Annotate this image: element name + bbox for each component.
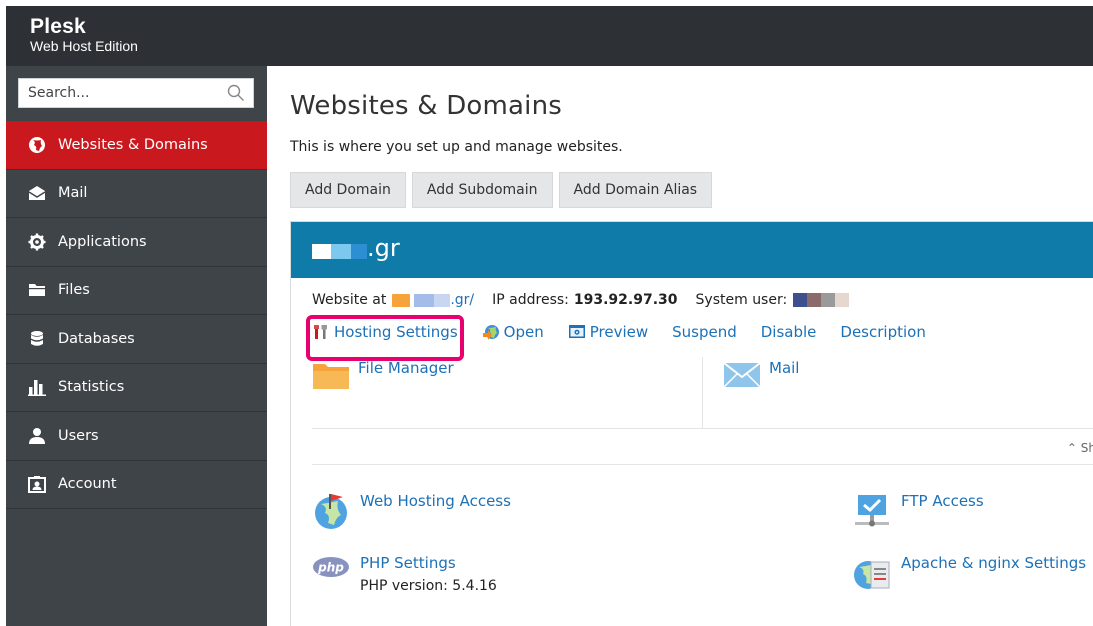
tools-panel: File Manager Mail — [312, 357, 1093, 429]
tools-icon — [314, 325, 327, 339]
partial-gear-icon — [315, 620, 349, 626]
open-label: Open — [503, 323, 544, 341]
add-domain-button[interactable]: Add Domain — [290, 172, 406, 208]
sidebar-item-label: Databases — [58, 330, 135, 347]
sidebar-nav: Websites & Domains Mail Applications Fil… — [6, 121, 267, 509]
add-domain-alias-button[interactable]: Add Domain Alias — [558, 172, 713, 208]
sidebar-item-label: Mail — [58, 185, 88, 202]
sidebar-item-users[interactable]: Users — [6, 412, 267, 461]
page-title: Websites & Domains — [290, 91, 563, 121]
sidebar-item-label: Files — [58, 282, 90, 299]
ftp-access-feature[interactable]: FTP Access — [853, 492, 984, 530]
show-more-row: ⌃ Sh — [312, 429, 1093, 465]
domain-header: .gr — [291, 222, 1093, 278]
website-at-label: Website at — [312, 292, 387, 308]
domain-name[interactable]: .gr — [367, 234, 400, 262]
redacted-domain-part — [351, 244, 367, 259]
redacted-user-part — [835, 293, 850, 307]
preview-icon — [568, 325, 585, 338]
show-more-toggle[interactable]: ⌃ Sh — [1067, 441, 1093, 455]
open-link[interactable]: Open — [482, 323, 544, 341]
search-box[interactable] — [18, 78, 254, 108]
redacted-url-part — [434, 293, 451, 307]
php-settings-label: PHP Settings — [360, 554, 456, 572]
web-hosting-access-label: Web Hosting Access — [360, 492, 511, 510]
ftp-access-icon — [855, 495, 889, 527]
apache-nginx-icon — [854, 561, 890, 589]
redacted-user-part — [793, 293, 808, 307]
sidebar-item-websites-domains[interactable]: Websites & Domains — [6, 121, 267, 170]
add-subdomain-button[interactable]: Add Subdomain — [411, 172, 553, 208]
mail-label: Mail — [769, 359, 800, 377]
sidebar-item-databases[interactable]: Databases — [6, 315, 267, 364]
sidebar-item-account[interactable]: Account — [6, 461, 267, 509]
main-content: Websites & Domains This is where you set… — [267, 66, 1093, 626]
ftp-access-label: FTP Access — [901, 492, 984, 510]
php-icon: php — [313, 557, 349, 577]
search-icon[interactable] — [227, 84, 245, 102]
brand-edition: Web Host Edition — [30, 38, 138, 54]
suspend-link[interactable]: Suspend — [672, 323, 737, 341]
sidebar-item-statistics[interactable]: Statistics — [6, 364, 267, 412]
sidebar-item-applications[interactable]: Applications — [6, 218, 267, 267]
sidebar-item-label: Users — [58, 427, 99, 444]
sidebar-item-files[interactable]: Files — [6, 267, 267, 315]
search-input[interactable] — [19, 79, 219, 107]
system-user-label: System user: — [695, 292, 788, 308]
web-hosting-access-icon — [315, 494, 347, 529]
svg-text:php: php — [317, 561, 344, 575]
preview-link[interactable]: Preview — [568, 323, 648, 341]
hosting-settings-link[interactable]: Hosting Settings — [312, 323, 458, 341]
preview-label: Preview — [589, 323, 649, 341]
sidebar-item-label: Applications — [58, 233, 147, 250]
page-description: This is where you set up and manage webs… — [290, 139, 623, 155]
globe-icon — [28, 136, 46, 154]
envelope-icon — [28, 184, 46, 202]
redacted-system-user — [793, 293, 850, 307]
toolbar: Add Domain Add Subdomain Add Domain Alia… — [290, 172, 713, 208]
open-globe-icon — [482, 325, 499, 340]
domain-actions: Hosting Settings Open Preview Suspend Di… — [306, 315, 926, 361]
redacted-user-part — [821, 293, 836, 307]
partial-folder-icon — [851, 622, 889, 626]
file-manager-label: File Manager — [358, 359, 454, 377]
file-manager-tool[interactable]: File Manager — [312, 359, 454, 389]
redacted-user-part — [807, 293, 822, 307]
user-icon — [28, 427, 46, 445]
mail-tool[interactable]: Mail — [723, 359, 799, 389]
brand-name: Plesk — [30, 15, 86, 38]
tools-divider — [702, 357, 703, 429]
sidebar-item-label: Account — [58, 476, 117, 493]
gear-icon — [28, 233, 46, 251]
plesk-window: Plesk Web Host Edition Websites & Domain… — [6, 6, 1093, 626]
hosting-settings-label: Hosting Settings — [334, 323, 458, 341]
website-url-link[interactable]: .gr/ — [450, 292, 474, 308]
web-hosting-access-feature[interactable]: Web Hosting Access — [312, 492, 511, 530]
ip-address-value: 193.92.97.30 — [573, 292, 678, 308]
folder-icon — [28, 281, 46, 299]
disable-link[interactable]: Disable — [761, 323, 817, 341]
account-icon — [28, 475, 46, 494]
hosting-settings-wrap: Hosting Settings — [306, 315, 464, 361]
domain-card: .gr Website at .gr/ IP address: 193.92.9… — [290, 221, 1093, 626]
database-icon — [28, 330, 46, 348]
php-version-text: PHP version: 5.4.16 — [360, 578, 497, 594]
folder-icon — [392, 293, 411, 307]
ip-address-label: IP address: — [492, 292, 569, 308]
mail-icon — [723, 362, 761, 388]
sidebar-item-label: Websites & Domains — [58, 136, 208, 153]
apache-nginx-label: Apache & nginx Settings — [901, 554, 1087, 572]
sidebar-item-label: Statistics — [58, 379, 125, 396]
sidebar: Websites & Domains Mail Applications Fil… — [6, 66, 267, 626]
top-bar: Plesk Web Host Edition — [6, 6, 1093, 66]
folder-icon — [313, 364, 349, 389]
redacted-url-part — [414, 293, 435, 307]
php-settings-feature[interactable]: php PHP Settings PHP version: 5.4.16 — [312, 554, 497, 594]
bar-chart-icon — [28, 378, 46, 397]
sidebar-item-mail[interactable]: Mail — [6, 170, 267, 218]
description-link[interactable]: Description — [840, 323, 925, 341]
domain-info-row: Website at .gr/ IP address: 193.92.97.30… — [312, 292, 850, 308]
apache-nginx-feature[interactable]: Apache & nginx Settings — [853, 554, 1086, 592]
